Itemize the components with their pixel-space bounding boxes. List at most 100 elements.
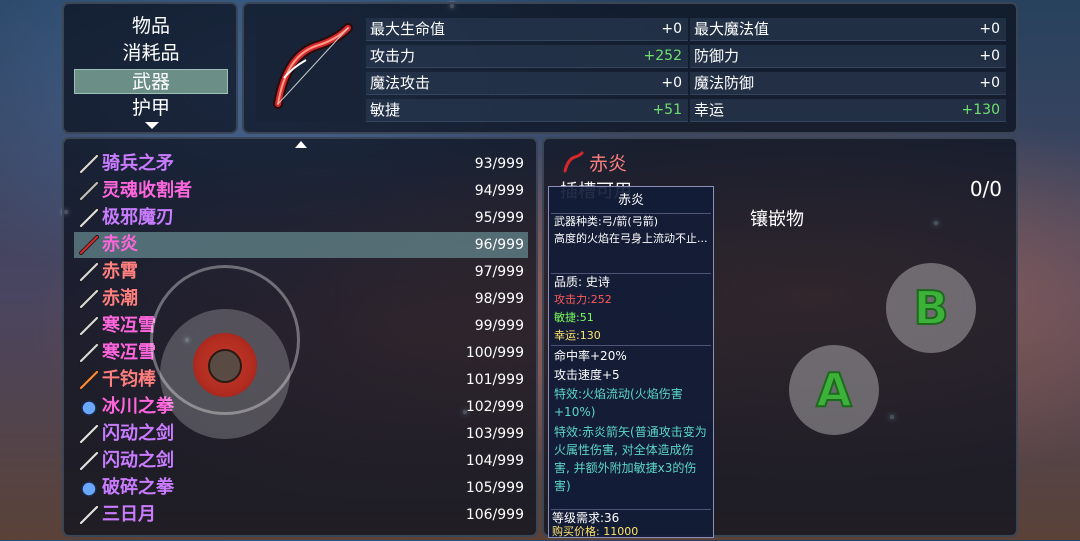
item-row[interactable]: 灵魂收割者 94/999	[74, 178, 528, 204]
item-count: 95/999	[474, 210, 524, 226]
item-list-panel: 骑兵之矛 93/999 灵魂收割者 94/999 极邪魔刃 95/999 赤炎 96/999 赤…	[62, 137, 538, 537]
tooltip-price: 购买价格: 11000	[552, 525, 639, 538]
item-name: 赤炎	[102, 234, 138, 255]
stat-magic-attack: 魔法攻击 +0	[366, 72, 688, 95]
tooltip-attack: 攻击力:252	[554, 293, 612, 306]
item-row[interactable]: 赤潮 98/999	[74, 286, 528, 312]
spear-icon	[79, 289, 99, 309]
inlay-label[interactable]: 镶嵌物	[750, 205, 804, 231]
bow-icon	[79, 235, 99, 255]
item-count: 96/999	[474, 237, 524, 253]
stat-label: 最大生命值	[370, 20, 446, 38]
tooltip-hit-rate: 命中率+20%	[554, 349, 627, 363]
stat-magic-defense: 魔法防御 +0	[690, 72, 1006, 95]
item-name: 极邪魔刃	[102, 207, 174, 228]
spear-icon	[79, 262, 99, 282]
item-name: 赤潮	[102, 288, 138, 309]
item-name: 寒冱雪	[102, 315, 156, 336]
stat-agility: 敏捷 +51	[366, 99, 688, 122]
a-button[interactable]: A	[789, 345, 879, 435]
item-tooltip: 赤炎 武器种类:弓/箭(弓箭) 高度的火焰在弓身上流动不止... 品质: 史诗 …	[548, 186, 714, 538]
item-count: 94/999	[474, 183, 524, 199]
category-item[interactable]: 护甲	[74, 96, 228, 121]
stat-label: 幸运	[694, 101, 725, 119]
stat-value: +51	[652, 102, 682, 118]
item-name: 闪动之剑	[102, 450, 174, 471]
scroll-down-arrow-icon[interactable]	[145, 122, 159, 129]
item-row[interactable]: 三日月 106/999	[74, 502, 528, 528]
spear-icon	[79, 343, 99, 363]
item-count: 102/999	[465, 399, 524, 415]
spear-icon	[79, 154, 99, 174]
spear-icon	[79, 316, 99, 336]
item-count: 98/999	[474, 291, 524, 307]
item-name: 闪动之剑	[102, 423, 174, 444]
gauntlet-icon	[81, 400, 97, 416]
stat-value: +0	[979, 75, 1000, 91]
tooltip-attack-speed: 攻击速度+5	[554, 368, 620, 382]
item-count: 93/999	[474, 156, 524, 172]
item-row[interactable]: 极邪魔刃 95/999	[74, 205, 528, 231]
item-count: 104/999	[465, 453, 524, 469]
item-row[interactable]: 闪动之剑 104/999	[74, 448, 528, 474]
item-name: 破碎之拳	[102, 477, 174, 498]
stat-label: 敏捷	[370, 101, 401, 119]
category-item[interactable]: 物品	[74, 14, 228, 39]
sword-icon	[79, 505, 99, 525]
bow-icon	[273, 23, 353, 109]
sword-icon	[79, 208, 99, 228]
item-name: 千钧棒	[102, 369, 156, 390]
item-name: 三日月	[102, 504, 156, 525]
stat-value: +0	[661, 75, 682, 91]
item-row[interactable]: 赤霄 97/999	[74, 259, 528, 285]
stat-defense: 防御力 +0	[690, 45, 1006, 68]
category-item[interactable]: 消耗品	[74, 41, 228, 66]
item-name: 赤霄	[102, 261, 138, 282]
category-menu: 物品 消耗品 武器 护甲	[62, 2, 238, 134]
item-count: 97/999	[474, 264, 524, 280]
item-name: 寒冱雪	[102, 342, 156, 363]
detail-item-name: 赤炎	[589, 153, 628, 175]
tooltip-effect-1: 特效:火焰流动(火焰伤害+10%)	[554, 387, 683, 419]
item-name: 骑兵之矛	[102, 153, 174, 174]
tooltip-agility: 敏捷:51	[554, 311, 594, 324]
stats-panel: 最大生命值 +0 最大魔法值 +0 攻击力 +252 防御力 +0 魔法攻击 +…	[242, 2, 1018, 134]
item-count: 101/999	[465, 372, 524, 388]
stat-label: 攻击力	[370, 47, 416, 65]
tooltip-effects-section: 命中率+20% 攻击速度+5 特效:火焰流动(火焰伤害+10%) 特效:赤炎箭矢…	[551, 345, 711, 510]
item-row[interactable]: 骑兵之矛 93/999	[74, 151, 528, 177]
weapon-preview	[256, 16, 362, 122]
tooltip-info-section: 武器种类:弓/箭(弓箭) 高度的火焰在弓身上流动不止...	[551, 213, 711, 274]
tooltip-stats-section: 品质: 史诗 攻击力:252 敏捷:51 幸运:130	[551, 273, 711, 346]
stat-value: +0	[661, 21, 682, 37]
stat-value: +0	[979, 21, 1000, 37]
stat-value: +130	[961, 102, 1000, 118]
category-item-selected[interactable]: 武器	[74, 69, 228, 94]
b-button[interactable]: B	[886, 263, 976, 353]
staff-icon	[79, 370, 99, 390]
tooltip-title: 赤炎	[617, 193, 644, 208]
stat-label: 魔法防御	[694, 74, 755, 92]
joystick-emblem-icon	[208, 349, 242, 383]
item-row[interactable]: 破碎之拳 105/999	[74, 475, 528, 501]
item-row[interactable]: 寒冱雪 100/999	[74, 340, 528, 366]
item-row[interactable]: 千钧棒 101/999	[74, 367, 528, 393]
item-row[interactable]: 冰川之拳 102/999	[74, 394, 528, 420]
scythe-icon	[79, 181, 99, 201]
tooltip-description: 高度的火焰在弓身上流动不止...	[554, 232, 708, 245]
item-count: 106/999	[465, 507, 524, 523]
item-row[interactable]: 寒冱雪 99/999	[74, 313, 528, 339]
item-row[interactable]: 闪动之剑 103/999	[74, 421, 528, 447]
stat-attack: 攻击力 +252	[366, 45, 688, 68]
scroll-up-arrow-icon[interactable]	[295, 141, 307, 148]
sword-icon	[79, 424, 99, 444]
tooltip-luck: 幸运:130	[554, 329, 601, 342]
item-count: 100/999	[465, 345, 524, 361]
stat-value: +252	[643, 48, 682, 64]
tooltip-quality: 品质: 史诗	[554, 275, 610, 289]
gauntlet-icon	[81, 481, 97, 497]
bow-icon	[563, 151, 584, 173]
item-name: 灵魂收割者	[102, 180, 192, 201]
item-row-selected[interactable]: 赤炎 96/999	[74, 232, 528, 258]
socket-count: 0/0	[969, 177, 1002, 201]
